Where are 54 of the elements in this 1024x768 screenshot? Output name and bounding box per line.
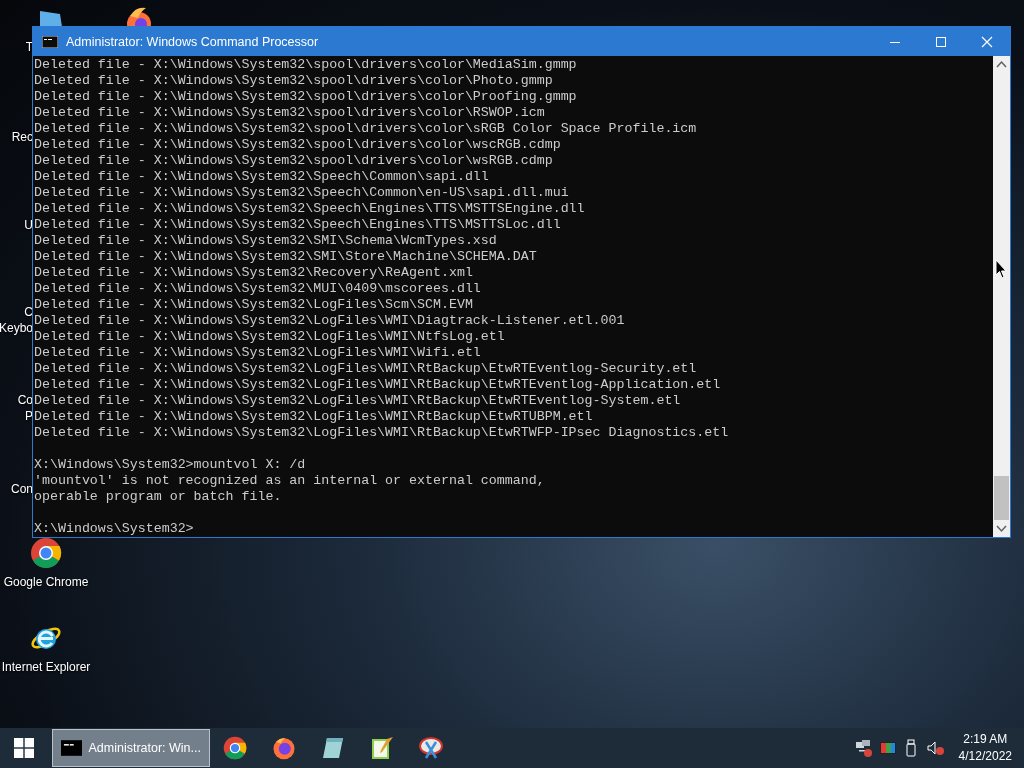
desktop-icon-label: Rec [11, 130, 33, 144]
desktop-icon-label: Co [17, 393, 33, 407]
maximize-icon [936, 36, 946, 47]
console-line: Deleted file - X:\Windows\System32\LogFiles\WMI\Diagtrack-Listener.etl.001 [34, 313, 626, 329]
mouse-cursor-icon [995, 259, 1007, 279]
window-title: Administrator: Windows Command Processor [66, 34, 320, 49]
console-line: Deleted file - X:\Windows\System32\Recovery\ReAgent.xml [34, 265, 474, 281]
desktop-icon-label: Con [11, 482, 33, 496]
console-line: Deleted file - X:\Windows\System32\Speech\Engines\TTS\MSTTSLoc.dll [34, 217, 562, 233]
command-prompt-icon [61, 740, 83, 756]
firefox-icon [271, 736, 296, 760]
chrome-icon [222, 736, 247, 760]
console-line: Deleted file - X:\Windows\System32\LogFiles\WMI\RtBackup\EtwRTWFP-IPsec Diagnostics.etl [34, 425, 730, 441]
console-line: Deleted file - X:\Windows\System32\spool\drivers\color\MediaSim.gmmp [34, 57, 578, 73]
console-line: Deleted file - X:\Windows\System32\Speech\Common\en-US\sapi.dll.mui [34, 185, 570, 201]
console-line: Deleted file - X:\Windows\System32\LogFiles\WMI\RtBackup\EtwRTEventlog-Application.etl [34, 377, 722, 393]
console-line: Deleted file - X:\Windows\System32\spool\drivers\color\wscRGB.cdmp [34, 137, 562, 153]
console-line: Deleted file - X:\Windows\System32\spool\drivers\color\Photo.gmmp [34, 73, 554, 89]
scroll-thumb[interactable] [994, 476, 1009, 520]
console-line: Deleted file - X:\Windows\System32\LogFiles\Scm\SCM.EVM [34, 297, 474, 313]
network-icon[interactable] [854, 738, 873, 758]
scissors-icon [417, 736, 444, 760]
command-prompt-icon [42, 35, 58, 48]
console-line: operable program or batch file. [34, 489, 283, 505]
desktop-icon-label: U [24, 218, 33, 232]
console-line: Deleted file - X:\Windows\System32\Speech\Common\sapi.dll [34, 169, 490, 185]
desktop-icon-label: P [25, 409, 33, 423]
console-line: Deleted file - X:\Windows\System32\spool\drivers\color\wsRGB.cdmp [34, 153, 554, 169]
clock[interactable]: 2:19 AM 4/12/2022 [958, 731, 1012, 765]
desktop-icon-label[interactable]: Internet Explorer [1, 660, 91, 674]
desktop-icon-label[interactable]: Google Chrome [3, 575, 89, 589]
chrome-icon [30, 537, 62, 569]
console-line: Deleted file - X:\Windows\System32\MUI\0409\mscorees.dll [34, 281, 482, 297]
console-line: 'mountvol' is not recognized as an internal or external command, [34, 473, 546, 489]
console-line: X:\Windows\System32> [34, 521, 195, 537]
console-line: X:\Windows\System32>mountvol X: /d [34, 457, 307, 473]
console-line: Deleted file - X:\Windows\System32\Speech\Engines\TTS\MSTTSEngine.dll [34, 201, 586, 217]
console-line: Deleted file - X:\Windows\System32\spool\drivers\color\sRGB Color Space Profile.icm [34, 121, 698, 137]
console-line: Deleted file - X:\Windows\System32\SMI\Schema\WcmTypes.xsd [34, 233, 498, 249]
console-line: Deleted file - X:\Windows\System32\LogFiles\WMI\RtBackup\EtwRTEventlog-System.etl [34, 393, 682, 409]
notepad-icon [321, 736, 344, 760]
close-icon [981, 35, 993, 48]
console-line: Deleted file - X:\Windows\System32\spool\drivers\color\RSWOP.icm [34, 105, 546, 121]
console-line: Deleted file - X:\Windows\System32\SMI\Store\Machine\SCHEMA.DAT [34, 249, 538, 265]
windows-logo-icon [14, 738, 34, 758]
desktop-icon-label: Keybo [0, 321, 33, 335]
console-line: Deleted file - X:\Windows\System32\LogFiles\WMI\NtfsLog.etl [34, 329, 506, 345]
console-line: Deleted file - X:\Windows\System32\LogFiles\WMI\RtBackup\EtwRTEventlog-Security.etl [34, 361, 698, 377]
notepad-pencil-icon [369, 736, 394, 760]
console-line: Deleted file - X:\Windows\System32\spool\drivers\color\Proofing.gmmp [34, 89, 578, 105]
taskbar-window-button[interactable]: Administrator: Win... [52, 729, 210, 767]
console-line: Deleted file - X:\Windows\System32\LogFiles\WMI\Wifi.etl [34, 345, 482, 361]
console-line: Deleted file - X:\Windows\System32\LogFiles\WMI\RtBackup\EtwRTUBPM.etl [34, 409, 594, 425]
desktop-icon-label: C [24, 305, 33, 319]
